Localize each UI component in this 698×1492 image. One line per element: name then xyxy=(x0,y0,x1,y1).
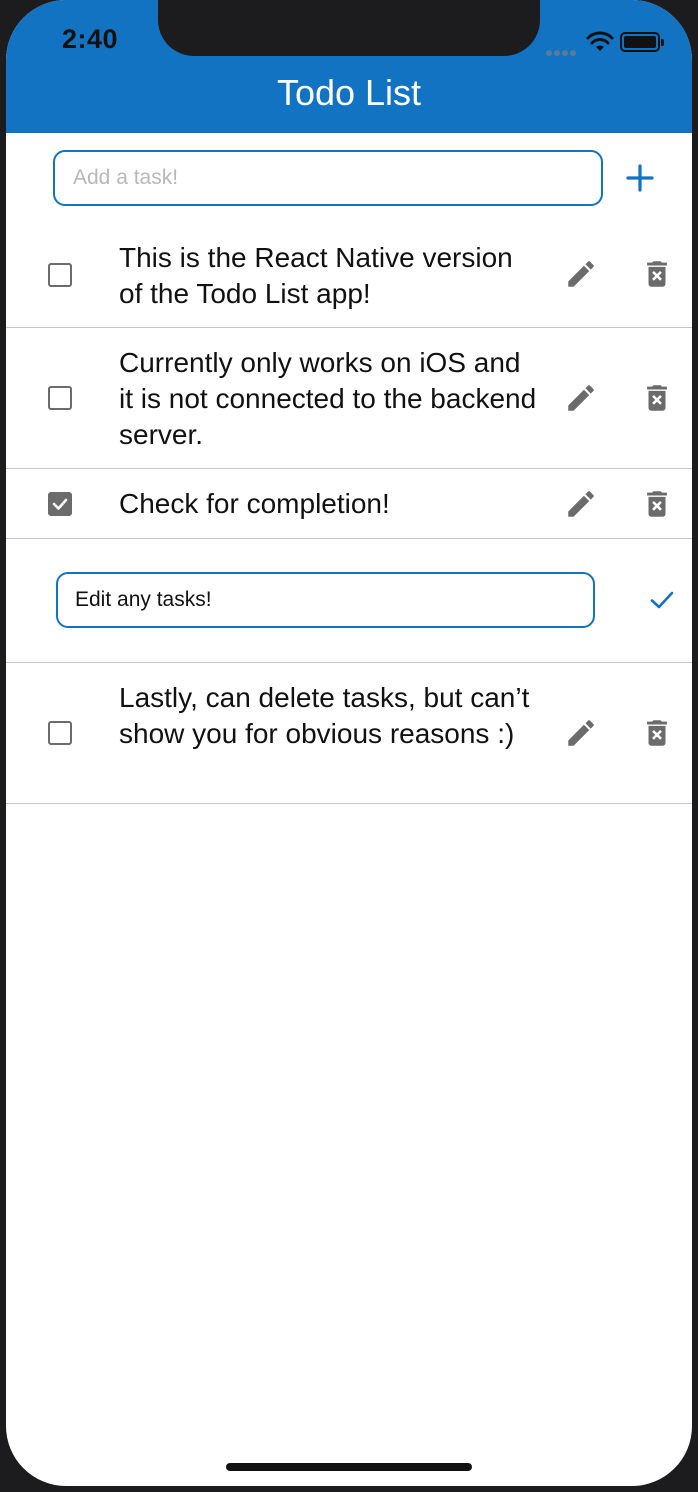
task-row: This is the React Native version of the … xyxy=(6,221,692,328)
check-icon xyxy=(650,591,674,609)
trash-icon xyxy=(647,385,667,411)
notch xyxy=(158,0,540,56)
pencil-icon xyxy=(568,385,594,411)
task-checkbox[interactable] xyxy=(48,263,72,287)
task-checkbox[interactable] xyxy=(48,386,72,410)
battery-icon xyxy=(620,32,664,52)
delete-task-button[interactable] xyxy=(640,716,674,750)
task-text: Check for completion! xyxy=(119,488,390,519)
pencil-icon xyxy=(568,720,594,746)
task-text: This is the React Native version of the … xyxy=(119,242,513,309)
wifi-icon xyxy=(586,31,614,51)
task-row: Currently only works on iOS and it is no… xyxy=(6,328,692,469)
plus-icon xyxy=(626,164,654,192)
confirm-edit-button[interactable] xyxy=(646,584,678,616)
task-text: Lastly, can delete tasks, but can’t show… xyxy=(119,682,530,749)
trash-icon xyxy=(647,720,667,746)
edit-task-button[interactable] xyxy=(564,381,598,415)
page-title: Todo List xyxy=(276,72,422,113)
pencil-icon xyxy=(568,261,594,287)
task-checkbox[interactable] xyxy=(48,721,72,745)
task-text: Currently only works on iOS and it is no… xyxy=(119,347,537,450)
edit-task-button[interactable] xyxy=(564,257,598,291)
delete-task-button[interactable] xyxy=(640,487,674,521)
edit-task-button[interactable] xyxy=(564,716,598,750)
delete-task-button[interactable] xyxy=(640,257,674,291)
task-checkbox-checked[interactable] xyxy=(48,492,72,516)
trash-icon xyxy=(647,261,667,287)
add-task-button[interactable] xyxy=(620,158,660,198)
task-list: This is the React Native version of the … xyxy=(6,221,692,804)
delete-task-button[interactable] xyxy=(640,381,674,415)
pencil-icon xyxy=(568,491,594,517)
check-icon xyxy=(52,498,68,510)
status-time: 2:40 xyxy=(62,24,119,54)
task-row: Lastly, can delete tasks, but can’t show… xyxy=(6,663,692,804)
phone-screen: 2:40 Todo List This is the React Native … xyxy=(6,0,692,1486)
home-indicator xyxy=(226,1463,472,1471)
edit-task-button[interactable] xyxy=(564,487,598,521)
edit-task-input[interactable] xyxy=(56,572,595,628)
add-task-input[interactable] xyxy=(53,150,603,206)
signal-icon xyxy=(546,43,580,56)
trash-icon xyxy=(647,491,667,517)
app-header: 2:40 Todo List xyxy=(6,0,692,133)
edit-task-row xyxy=(6,539,692,663)
task-row: Check for completion! xyxy=(6,469,692,539)
